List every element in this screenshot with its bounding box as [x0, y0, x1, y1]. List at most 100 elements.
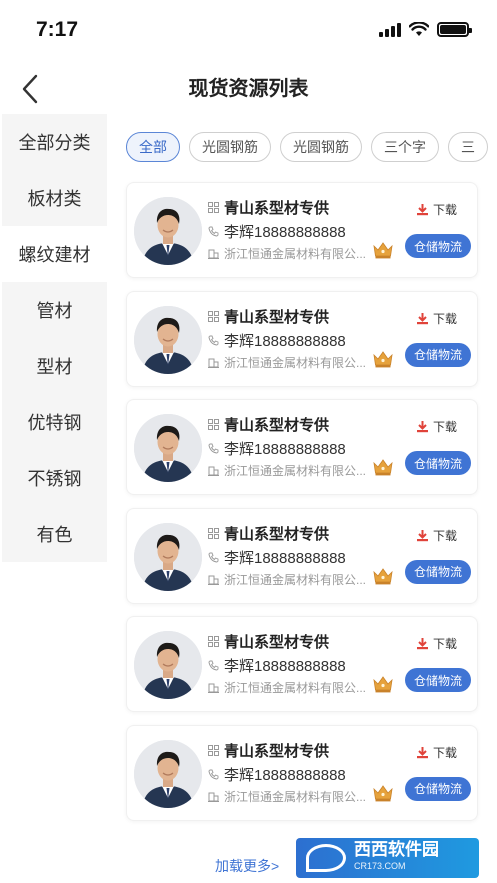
card-name-row: 青山系型材专供 — [207, 631, 329, 652]
resource-card[interactable]: 青山系型材专供 李辉18888888888 浙江恒通金属材料有限公... 下载 — [126, 290, 478, 387]
supplier-name: 青山系型材专供 — [224, 634, 330, 652]
phone-icon — [207, 660, 219, 672]
avatar — [134, 305, 202, 374]
wifi-icon — [409, 22, 429, 36]
download-icon — [416, 638, 428, 650]
storage-logistics-button[interactable]: 仓储物流 — [405, 559, 471, 584]
building-icon — [207, 465, 219, 477]
resource-card[interactable]: 青山系型材专供 李辉18888888888 浙江恒通金属材料有限公... 下载 — [126, 182, 478, 278]
download-icon — [416, 312, 428, 324]
crown-icon — [373, 568, 393, 585]
sidebar-item-all[interactable]: 全部分类 — [2, 114, 107, 170]
status-bar: 7:17 — [0, 0, 497, 64]
crown-icon — [373, 459, 393, 476]
download-icon — [416, 529, 428, 541]
avatar — [134, 631, 202, 700]
contact-info: 李辉18888888888 — [224, 766, 346, 784]
chip-all[interactable]: 全部 — [126, 132, 180, 162]
grid-icon — [207, 744, 219, 756]
crown-icon — [373, 350, 393, 367]
download-button[interactable]: 下载 — [416, 418, 457, 435]
resource-card[interactable]: 青山系型材专供 李辉18888888888 浙江恒通金属材料有限公... 下载 — [126, 507, 478, 604]
crown-icon — [373, 242, 393, 259]
sidebar-item-stainless[interactable]: 不锈钢 — [2, 450, 107, 506]
card-name-row: 青山系型材专供 — [207, 740, 329, 761]
download-button[interactable]: 下载 — [416, 310, 457, 327]
card-contact-row: 李辉18888888888 — [207, 221, 346, 242]
resource-card[interactable]: 青山系型材专供 李辉18888888888 浙江恒通金属材料有限公... 下载 — [126, 724, 478, 821]
download-button[interactable]: 下载 — [416, 744, 457, 761]
company-name: 浙江恒通金属材料有限公... — [224, 355, 367, 370]
card-company-row: 浙江恒通金属材料有限公... — [207, 354, 375, 371]
download-label: 下载 — [432, 528, 457, 543]
card-contact-row: 李辉18888888888 — [207, 764, 346, 785]
page-title: 现货资源列表 — [188, 78, 309, 100]
crown-icon — [373, 785, 393, 802]
phone-icon — [207, 226, 219, 238]
chip-filter[interactable]: 三个字 — [371, 132, 439, 162]
storage-logistics-button[interactable]: 仓储物流 — [405, 342, 471, 367]
crown-icon — [373, 676, 393, 693]
phone-icon — [207, 443, 219, 455]
filter-chips: 全部 光圆钢筋 光圆钢筋 三个字三 — [126, 132, 497, 164]
building-icon — [207, 790, 219, 802]
sidebar-item-pipes[interactable]: 管材 — [2, 282, 107, 338]
card-name-row: 青山系型材专供 — [207, 414, 329, 435]
nav-bar: 现货资源列表 — [0, 64, 497, 110]
signal-icon — [379, 22, 401, 37]
watermark-icon — [306, 844, 346, 872]
download-button[interactable]: 下载 — [416, 527, 457, 544]
sidebar-item-special-steel[interactable]: 优特钢 — [2, 394, 107, 450]
download-label: 下载 — [432, 420, 457, 435]
sidebar-item-rebar[interactable]: 螺纹建材 — [2, 226, 107, 282]
storage-logistics-button[interactable]: 仓储物流 — [405, 776, 471, 801]
company-name: 浙江恒通金属材料有限公... — [224, 681, 367, 696]
grid-icon — [207, 527, 219, 539]
supplier-name: 青山系型材专供 — [224, 200, 330, 217]
download-label: 下载 — [432, 745, 457, 760]
category-sidebar: 全部分类 板材类 螺纹建材 管材 型材 优特钢 不锈钢 有色 — [2, 114, 107, 562]
card-company-row: 浙江恒通金属材料有限公... — [207, 462, 375, 479]
contact-info: 李辉18888888888 — [224, 658, 346, 676]
avatar — [134, 414, 202, 483]
grid-icon — [207, 636, 219, 648]
download-label: 下载 — [432, 203, 457, 217]
download-icon — [416, 421, 428, 433]
supplier-name: 青山系型材专供 — [224, 525, 330, 543]
card-company-row: 浙江恒通金属材料有限公... — [207, 571, 375, 588]
storage-logistics-button[interactable]: 仓储物流 — [405, 451, 471, 476]
chip-filter[interactable]: 三 — [448, 132, 488, 162]
download-button[interactable]: 下载 — [416, 201, 457, 218]
watermark-logo: 西西软件园 CR173.COM — [296, 838, 479, 878]
sidebar-item-nonferrous[interactable]: 有色 — [2, 506, 107, 562]
card-contact-row: 李辉18888888888 — [207, 547, 346, 568]
chip-filter[interactable]: 光圆钢筋 — [280, 132, 362, 162]
storage-logistics-button[interactable]: 仓储物流 — [405, 668, 471, 693]
resource-card[interactable]: 青山系型材专供 李辉18888888888 浙江恒通金属材料有限公... 下载 — [126, 616, 478, 713]
contact-info: 李辉18888888888 — [224, 224, 346, 241]
download-button[interactable]: 下载 — [416, 635, 457, 652]
watermark-text: 西西软件园 CR173.COM — [354, 840, 439, 871]
grid-icon — [207, 419, 219, 431]
building-icon — [207, 682, 219, 694]
resource-card[interactable]: 青山系型材专供 李辉18888888888 浙江恒通金属材料有限公... 下载 — [126, 399, 478, 496]
storage-logistics-button[interactable]: 仓储物流 — [405, 234, 471, 258]
supplier-name: 青山系型材专供 — [224, 417, 330, 435]
card-contact-row: 李辉18888888888 — [207, 655, 346, 676]
contact-info: 李辉18888888888 — [224, 332, 346, 350]
company-name: 浙江恒通金属材料有限公... — [224, 789, 367, 804]
chip-filter[interactable]: 光圆钢筋 — [189, 132, 271, 162]
building-icon — [207, 248, 219, 260]
load-more-link[interactable]: 加载更多> — [215, 856, 279, 876]
sidebar-item-plates[interactable]: 板材类 — [2, 170, 107, 226]
company-name: 浙江恒通金属材料有限公... — [224, 464, 367, 479]
status-time: 7:17 — [36, 18, 79, 41]
card-contact-row: 李辉18888888888 — [207, 438, 346, 459]
phone-icon — [207, 768, 219, 780]
sidebar-item-profiles[interactable]: 型材 — [2, 338, 107, 394]
avatar — [134, 197, 202, 265]
building-icon — [207, 573, 219, 585]
contact-info: 李辉18888888888 — [224, 549, 346, 567]
status-icons — [379, 22, 472, 37]
card-company-row: 浙江恒通金属材料有限公... — [207, 245, 375, 262]
